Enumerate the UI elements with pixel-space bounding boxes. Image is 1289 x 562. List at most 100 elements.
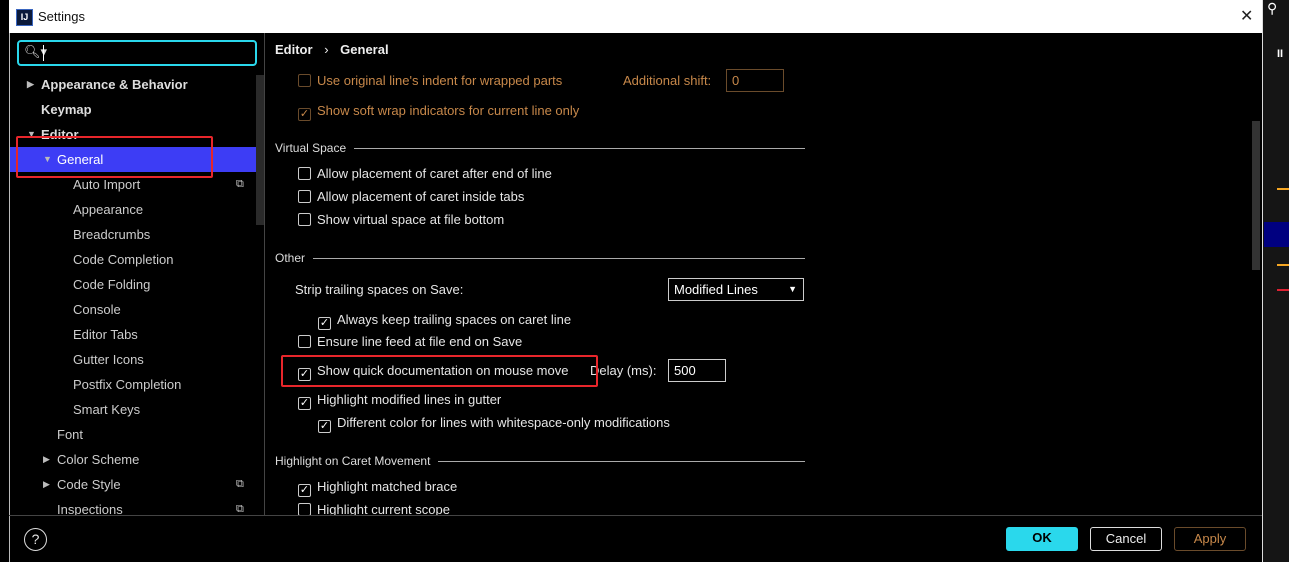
caret-inside-tabs-checkbox[interactable]: Allow placement of caret inside tabs: [298, 187, 524, 207]
checkbox-label: Ensure line feed at file end on Save: [317, 334, 523, 349]
checkbox-box: ✓: [298, 397, 311, 410]
breadcrumb: Editor › General: [275, 42, 389, 57]
expand-right-icon[interactable]: ▶: [43, 472, 50, 497]
checkbox-box: [298, 74, 311, 87]
delay-input[interactable]: 500: [668, 359, 726, 382]
delay-label: Delay (ms):: [590, 363, 657, 378]
tree-item[interactable]: Code Folding: [10, 272, 256, 297]
checkbox-box: [298, 167, 311, 180]
project-scope-icon: ⧉: [236, 503, 244, 515]
tree-item[interactable]: Console: [10, 297, 256, 322]
section-title: Virtual Space: [275, 141, 347, 155]
highlight-box: [281, 355, 598, 387]
settings-tree: ▶ Appearance & Behavior Keymap ▼ Editor ▼ Gene…: [0, 0, 265, 515]
current-scope-checkbox[interactable]: Highlight current scope: [298, 500, 450, 515]
strip-spaces-select[interactable]: Modified Lines ▼: [668, 278, 804, 301]
content-scrollbar[interactable]: [1252, 121, 1260, 270]
matched-brace-checkbox[interactable]: ✓ Highlight matched brace: [298, 477, 457, 497]
tree-item[interactable]: ▶ Code Style ⧉: [10, 472, 256, 497]
background-ide-strip: ⚲ II: [1262, 0, 1289, 562]
marker: [1277, 188, 1289, 190]
tree-item[interactable]: Smart Keys: [10, 397, 256, 422]
breadcrumb-current: General: [340, 42, 389, 57]
checkbox-box: ✓: [318, 420, 331, 433]
tree-item[interactable]: Font: [10, 422, 256, 447]
tree-item-label: Inspections: [57, 502, 123, 515]
pause-icon: II: [1277, 48, 1284, 60]
tree-item-label: Code Completion: [73, 252, 174, 267]
strip-spaces-label: Strip trailing spaces on Save:: [295, 282, 464, 297]
tree-item[interactable]: Breadcrumbs: [10, 222, 256, 247]
section-title: Other: [275, 251, 306, 265]
project-scope-icon: ⧉: [236, 178, 244, 190]
additional-shift-input[interactable]: 0: [726, 69, 784, 92]
section-other: Other: [275, 251, 805, 265]
tree-item-label: Postfix Completion: [73, 377, 182, 392]
tree-item-label: Smart Keys: [73, 402, 141, 417]
checkbox-label: Highlight matched brace: [317, 479, 458, 494]
keep-trailing-checkbox[interactable]: ✓ Always keep trailing spaces on caret li…: [318, 310, 571, 330]
highlight-box: [16, 136, 213, 178]
apply-button[interactable]: Apply: [1174, 527, 1246, 551]
checkbox-label: Always keep trailing spaces on caret lin…: [337, 312, 572, 327]
tree-scrollbar[interactable]: [256, 75, 264, 225]
tree-item[interactable]: Keymap: [10, 97, 256, 122]
use-indent-checkbox[interactable]: Use original line's indent for wrapped p…: [298, 71, 562, 91]
project-scope-icon: ⧉: [236, 478, 244, 490]
expand-right-icon[interactable]: ▶: [27, 72, 34, 97]
marker: [1277, 289, 1289, 291]
tree-item[interactable]: Editor Tabs: [10, 322, 256, 347]
tree-item-label: Editor Tabs: [73, 327, 138, 342]
search-icon: ⚲: [1267, 0, 1278, 16]
tree-item-label: Appearance: [73, 202, 144, 217]
checkbox-label: Show virtual space at file bottom: [317, 212, 505, 227]
checkbox-label: Highlight current scope: [317, 502, 450, 515]
tree-item-label: Gutter Icons: [73, 352, 144, 367]
checkbox-label: Highlight modified lines in gutter: [317, 392, 502, 407]
tree-item-label: Color Scheme: [57, 452, 140, 467]
checkbox-label: Different color for lines with whitespac…: [337, 415, 670, 430]
marker: [1264, 222, 1289, 247]
section-virtual-space: Virtual Space: [275, 141, 805, 155]
cancel-button[interactable]: Cancel: [1090, 527, 1162, 551]
checkbox-box: ✓: [318, 317, 331, 330]
tree-item[interactable]: ▶ Appearance & Behavior: [10, 72, 256, 97]
marker: [1277, 264, 1289, 266]
checkbox-label: Show soft wrap indicators for current li…: [317, 103, 580, 118]
checkbox-label: Use original line's indent for wrapped p…: [317, 73, 563, 88]
tree-item-label: Keymap: [41, 102, 92, 117]
tree-item-label: Font: [57, 427, 84, 442]
checkbox-label: Allow placement of caret after end of li…: [317, 166, 552, 181]
caret-after-eol-checkbox[interactable]: Allow placement of caret after end of li…: [298, 164, 552, 184]
tree-item[interactable]: Code Completion: [10, 247, 256, 272]
checkbox-label: Allow placement of caret inside tabs: [317, 189, 525, 204]
tree-item-label: Code Style: [57, 477, 121, 492]
tree-item-label: Console: [73, 302, 121, 317]
breadcrumb-separator: ›: [324, 42, 329, 57]
tree-item-label: Breadcrumbs: [73, 227, 151, 242]
checkbox-box: ✓: [298, 108, 311, 121]
close-icon[interactable]: ✕: [1240, 6, 1253, 26]
highlight-modified-checkbox[interactable]: ✓ Highlight modified lines in gutter: [298, 390, 501, 410]
ok-button[interactable]: OK: [1006, 527, 1078, 551]
tree-item[interactable]: Inspections ⧉: [10, 497, 256, 515]
checkbox-box: [298, 213, 311, 226]
tree-item-label: Appearance & Behavior: [41, 77, 188, 92]
section-title: Highlight on Caret Movement: [275, 454, 431, 468]
checkbox-box: [298, 503, 311, 515]
tree-item[interactable]: Gutter Icons: [10, 347, 256, 372]
virtual-space-bottom-checkbox[interactable]: Show virtual space at file bottom: [298, 210, 504, 230]
soft-wrap-checkbox[interactable]: ✓ Show soft wrap indicators for current l…: [298, 101, 579, 121]
tree-item[interactable]: Postfix Completion: [10, 372, 256, 397]
tree-item[interactable]: ▶ Color Scheme: [10, 447, 256, 472]
section-caret-movement: Highlight on Caret Movement: [275, 454, 805, 468]
tree-item[interactable]: Appearance: [10, 197, 256, 222]
checkbox-box: ✓: [298, 484, 311, 497]
breadcrumb-parent[interactable]: Editor: [275, 42, 313, 57]
expand-right-icon[interactable]: ▶: [43, 447, 50, 472]
help-button[interactable]: ?: [24, 528, 47, 551]
tree-item-label: Code Folding: [73, 277, 151, 292]
chevron-down-icon: ▼: [788, 284, 797, 294]
line-feed-checkbox[interactable]: Ensure line feed at file end on Save: [298, 332, 522, 352]
diff-color-checkbox[interactable]: ✓ Different color for lines with whitespa…: [318, 413, 670, 433]
